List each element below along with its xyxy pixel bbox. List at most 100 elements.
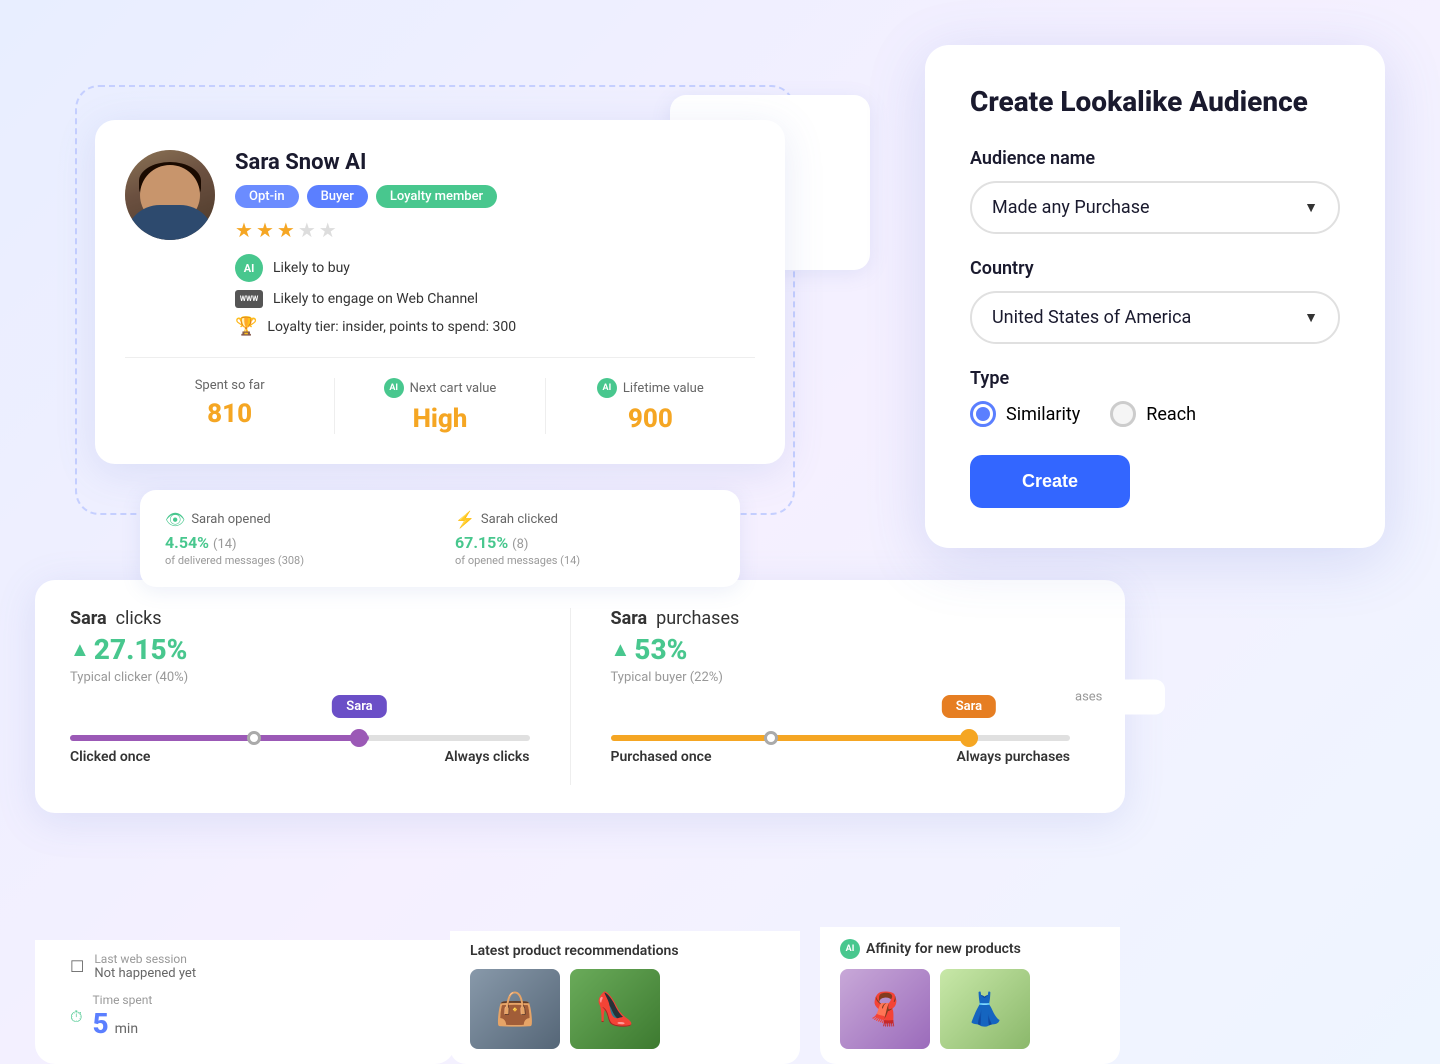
engagement-opened-percent: 4.54% (14) bbox=[165, 533, 425, 552]
trait-likely-buy: AI Likely to buy bbox=[235, 254, 755, 282]
purchases-fill bbox=[611, 735, 979, 741]
purchases-left-label: Purchased once bbox=[611, 749, 712, 765]
time-icon: ⏱ bbox=[70, 1007, 82, 1027]
engagement-clicked-percent: 67.15% (8) bbox=[455, 533, 715, 552]
star-rating: ★ ★ ★ ★ ★ bbox=[235, 218, 755, 242]
eye-icon: 👁 bbox=[165, 510, 185, 529]
info-session: ☐ Last web session Not happened yet bbox=[70, 952, 420, 981]
session-value: Not happened yet bbox=[94, 966, 196, 981]
engagement-clicked-label: ⚡ Sarah clicked bbox=[455, 510, 715, 529]
star-1: ★ bbox=[235, 218, 253, 242]
skirt-icon: 👗 bbox=[940, 969, 1030, 1049]
create-button[interactable]: Create bbox=[970, 455, 1130, 508]
audience-name-value: Made any Purchase bbox=[992, 197, 1150, 218]
profile-card: Sara Snow AI Opt-in Buyer Loyalty member… bbox=[95, 120, 785, 464]
purchases-right-label: Always purchases bbox=[956, 749, 1070, 765]
chevron-down-country-icon: ▼ bbox=[1304, 309, 1318, 326]
purchases-labels: Purchased once Always purchases bbox=[611, 749, 1071, 765]
sara-label-purchases: Sara bbox=[942, 695, 996, 718]
arrow-up-purchases: ▲ bbox=[611, 637, 631, 662]
affinity-scarf: 🧣 bbox=[840, 969, 930, 1049]
badge-loyalty: Loyalty member bbox=[376, 185, 497, 208]
clicks-labels: Clicked once Always clicks bbox=[70, 749, 530, 765]
stat-cart: AI Next cart value High bbox=[335, 378, 545, 434]
type-options: Similarity Reach bbox=[970, 401, 1340, 427]
info-time: ⏱ Time spent 5 min bbox=[70, 993, 420, 1040]
clicks-left-label: Clicked once bbox=[70, 749, 150, 765]
bottom-info-items: ☐ Last web session Not happened yet ⏱ Ti… bbox=[70, 952, 420, 1046]
stat-lifetime-label: AI Lifetime value bbox=[561, 378, 740, 398]
stat-spent-label: Spent so far bbox=[140, 378, 319, 393]
cursor-icon: ⚡ bbox=[455, 510, 475, 529]
radio-similarity-outer bbox=[970, 401, 996, 427]
type-reach[interactable]: Reach bbox=[1110, 401, 1196, 427]
affinity-skirt: 👗 bbox=[940, 969, 1030, 1049]
purchases-thumb bbox=[960, 729, 978, 747]
ai-icon: AI bbox=[235, 254, 263, 282]
engagement-opened-sub: of delivered messages (308) bbox=[165, 554, 425, 567]
time-value: 5 bbox=[92, 1007, 108, 1040]
session-icon: ☐ bbox=[70, 957, 84, 976]
type-similarity[interactable]: Similarity bbox=[970, 401, 1080, 427]
cutoff-text: ases bbox=[1065, 679, 1165, 714]
lookalike-panel: Create Lookalike Audience Audience name … bbox=[925, 45, 1385, 548]
clicks-midpoint bbox=[247, 731, 261, 745]
behavior-purchases-typical: Typical buyer (22%) bbox=[611, 670, 1071, 685]
purchases-track bbox=[611, 735, 1071, 741]
main-scene: ponses ikely to e ign:Shoppinggn Sara Sn… bbox=[0, 0, 1440, 1064]
product-shoes: 👠 bbox=[570, 969, 660, 1049]
stat-lifetime: AI Lifetime value 900 bbox=[546, 378, 755, 434]
web-icon: WWW bbox=[235, 290, 263, 308]
engagement-opened-label: 👁 Sarah opened bbox=[165, 510, 425, 529]
products-section: Latest product recommendations 👜 👠 bbox=[450, 931, 800, 1064]
country-dropdown[interactable]: United States of America ▼ bbox=[970, 291, 1340, 344]
engagement-clicked-sub: of opened messages (14) bbox=[455, 554, 715, 567]
trait-loyalty-tier: 🏆 Loyalty tier: insider, points to spend… bbox=[235, 316, 755, 337]
audience-name-label: Audience name bbox=[970, 148, 1340, 169]
shoes-icon: 👠 bbox=[570, 969, 660, 1049]
scarf-icon: 🧣 bbox=[840, 969, 930, 1049]
clicks-thumb bbox=[350, 729, 368, 747]
behavior-purchases-title: Sara purchases bbox=[611, 608, 1071, 629]
affinity-images: 🧣 👗 bbox=[840, 969, 1100, 1049]
product-bag: 👜 bbox=[470, 969, 560, 1049]
trophy-icon: 🏆 bbox=[235, 316, 257, 337]
behavior-clicks-typical: Typical clicker (40%) bbox=[70, 670, 530, 685]
affinity-title: AI Affinity for new products bbox=[840, 939, 1100, 959]
star-3: ★ bbox=[277, 218, 295, 242]
profile-traits: AI Likely to buy WWW Likely to engage on… bbox=[235, 254, 755, 337]
profile-info: Sara Snow AI Opt-in Buyer Loyalty member… bbox=[235, 150, 755, 337]
product-images: 👜 👠 bbox=[470, 969, 780, 1049]
country-label: Country bbox=[970, 258, 1340, 279]
type-label: Type bbox=[970, 368, 1340, 389]
behavior-card: Sara clicks ▲ 27.15% Typical clicker (40… bbox=[35, 580, 1125, 813]
chevron-down-icon: ▼ bbox=[1304, 199, 1318, 216]
badge-buyer: Buyer bbox=[307, 185, 368, 208]
engagement-opened: 👁 Sarah opened 4.54% (14) of delivered m… bbox=[165, 510, 425, 567]
stat-spent: Spent so far 810 bbox=[125, 378, 335, 434]
stat-spent-value: 810 bbox=[140, 399, 319, 429]
clicks-slider: Sara Clicked once Always clicks bbox=[70, 735, 530, 765]
time-unit: min bbox=[115, 1021, 138, 1037]
products-title: Latest product recommendations bbox=[470, 943, 780, 959]
audience-name-dropdown[interactable]: Made any Purchase ▼ bbox=[970, 181, 1340, 234]
engagement-clicked: ⚡ Sarah clicked 67.15% (8) of opened mes… bbox=[455, 510, 715, 567]
behavior-purchases-percent: ▲ 53% bbox=[611, 633, 1071, 666]
country-value: United States of America bbox=[992, 307, 1191, 328]
purchases-slider: Sara Purchased once Always purchases bbox=[611, 735, 1071, 765]
star-2: ★ bbox=[256, 218, 274, 242]
profile-header: Sara Snow AI Opt-in Buyer Loyalty member… bbox=[125, 150, 755, 337]
avatar bbox=[125, 150, 215, 240]
stat-lifetime-value: 900 bbox=[561, 404, 740, 434]
clicks-fill bbox=[70, 735, 369, 741]
behavior-clicks-percent: ▲ 27.15% bbox=[70, 633, 530, 666]
clicks-track bbox=[70, 735, 530, 741]
profile-name: Sara Snow AI bbox=[235, 150, 755, 175]
panel-title: Create Lookalike Audience bbox=[970, 85, 1340, 118]
stat-cart-label: AI Next cart value bbox=[350, 378, 529, 398]
radio-similarity-inner bbox=[976, 407, 990, 421]
behavior-clicks-title: Sara clicks bbox=[70, 608, 530, 629]
badge-optin: Opt-in bbox=[235, 185, 299, 208]
radio-reach-outer bbox=[1110, 401, 1136, 427]
ai-badge-lifetime: AI bbox=[597, 378, 617, 398]
